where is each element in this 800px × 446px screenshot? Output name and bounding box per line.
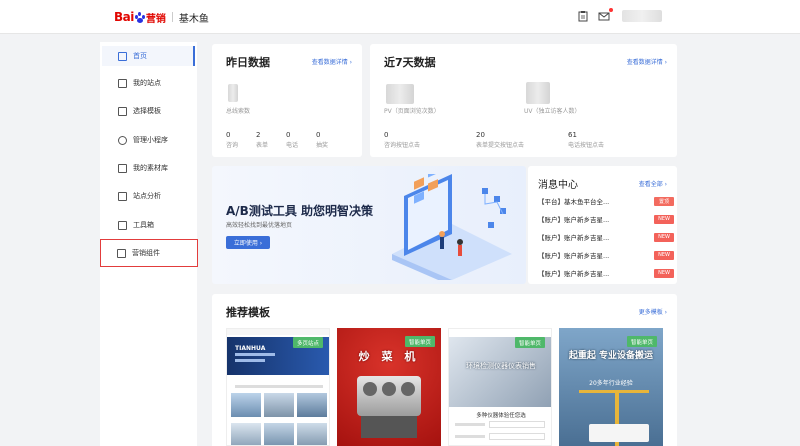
logo-bai-text: Bai: [114, 10, 134, 24]
template-headline: 炒 菜 机: [358, 350, 420, 363]
stat-label: 抽奖: [316, 142, 329, 149]
yesterday-data-card: 昨日数据 查看数据详情 › 总线索数 0 咨询 2 表单 0 电话 0 抽奖: [212, 44, 362, 157]
template-card-env-instruments[interactable]: 环境检测仪器仪表销售 多种仪器体验任您选 智能单页: [448, 328, 552, 446]
top-bar: Bai 营销 基木鱼: [0, 0, 800, 34]
user-account-blurred[interactable]: [622, 10, 662, 22]
stat-value: 0: [226, 131, 231, 139]
stat-label: 咨询: [226, 142, 239, 149]
stat-value: 0: [384, 131, 389, 139]
sidebar-item-marketing-components[interactable]: 营销组件: [100, 239, 198, 267]
total-value-blurred: [228, 84, 238, 102]
sidebar-item-label: 我的站点: [133, 79, 161, 87]
more-templates-link[interactable]: 更多模板 ›: [639, 307, 667, 316]
stat-label: 电话按钮点击: [568, 142, 605, 149]
component-icon: [117, 248, 126, 258]
yesterday-title: 昨日数据: [226, 56, 270, 69]
banner-subtitle: 高效轻松找到最优落地页: [226, 222, 293, 229]
message-center-title: 消息中心: [538, 180, 578, 191]
sidebar-item-label: 工具箱: [133, 221, 154, 229]
message-item[interactable]: 【账户】账户新乡吉星... NEW: [538, 210, 674, 228]
pv-value-blurred: [386, 84, 414, 104]
stat-value: 0: [286, 131, 291, 139]
stat-label: 表单: [256, 142, 269, 149]
stat-label: 咨询按钮点击: [384, 142, 421, 149]
notification-dot: [609, 8, 613, 12]
sidebar-item-label: 我的素材库: [133, 164, 168, 172]
new-badge: NEW: [654, 214, 674, 224]
message-item[interactable]: 【平台】基木鱼平台全... 置顶: [538, 192, 674, 210]
sidebar-item-materials[interactable]: 我的素材库: [102, 158, 195, 178]
new-badge: NEW: [654, 232, 674, 242]
baidu-marketing-logo[interactable]: Bai 营销 基木鱼: [114, 9, 209, 25]
stat-value: 61: [568, 131, 577, 139]
stat-value: 0: [316, 131, 321, 139]
week-title: 近7天数据: [384, 56, 436, 69]
message-center-card: 消息中心 查看全部 › 【平台】基木鱼平台全... 置顶 【账户】账户新乡吉星.…: [528, 166, 677, 284]
template-sub: 20多年行业经验: [589, 380, 633, 387]
logo-divider: [171, 12, 173, 22]
template-card-crane-moving[interactable]: 起重起 专业设备搬运 20多年行业经验 智能单页: [559, 328, 663, 446]
template-headline: TIANHUA: [235, 345, 266, 352]
sidebar: 首页 我的站点 选择模板 管理小程序 我的素材库 站点分析 工具箱 营销组件: [100, 42, 198, 446]
stat-label: 电话: [286, 142, 299, 149]
uv-value-blurred: [526, 82, 550, 104]
week-data-card: 近7天数据 查看数据详情 › PV（页面浏览次数） UV（独立访客人数） 0 咨…: [370, 44, 677, 157]
sidebar-item-home[interactable]: 首页: [102, 46, 195, 66]
sidebar-item-templates[interactable]: 选择模板: [102, 101, 195, 121]
sidebar-item-label: 管理小程序: [133, 136, 168, 144]
template-tag: 智能单页: [626, 336, 657, 347]
sidebar-item-label: 首页: [133, 52, 147, 60]
isometric-illustration: [392, 174, 512, 280]
week-detail-link[interactable]: 查看数据详情 ›: [627, 57, 667, 66]
template-card-multipage[interactable]: TIANHUA 多页站点: [226, 328, 330, 446]
template-tag: 智能单页: [404, 336, 435, 347]
sidebar-item-my-sites[interactable]: 我的站点: [102, 73, 195, 93]
home-icon: [118, 51, 127, 61]
baidu-paw-icon: [134, 11, 145, 23]
message-item[interactable]: 【账户】账户新乡吉星... NEW: [538, 246, 674, 264]
message-view-all-link[interactable]: 查看全部 ›: [639, 179, 667, 188]
sidebar-item-label: 选择模板: [133, 107, 161, 115]
stat-label: 表单提交按钮点击: [476, 142, 525, 149]
pv-label: PV（页面浏览次数）: [384, 108, 440, 115]
chart-icon: [118, 191, 127, 201]
mail-icon[interactable]: [598, 10, 610, 22]
site-icon: [118, 78, 127, 88]
miniprogram-icon: [118, 135, 127, 145]
product-name: 基木鱼: [178, 13, 209, 25]
sidebar-item-label: 营销组件: [132, 249, 160, 257]
pinned-badge: 置顶: [654, 196, 674, 206]
template-tag: 多页站点: [292, 337, 323, 348]
new-badge: NEW: [654, 268, 674, 278]
templates-title: 推荐模板: [226, 306, 270, 319]
banner-use-now-button[interactable]: 立即使用 ›: [226, 236, 270, 249]
sidebar-item-toolbox[interactable]: 工具箱: [102, 215, 195, 235]
template-headline: 环境检测仪器仪表销售: [466, 362, 536, 370]
template-icon: [118, 106, 127, 116]
template-tag: 智能单页: [514, 337, 545, 348]
yesterday-detail-link[interactable]: 查看数据详情 ›: [312, 57, 352, 66]
new-badge: NEW: [654, 250, 674, 260]
message-item[interactable]: 【账户】账户新乡吉星... NEW: [538, 228, 674, 246]
stat-value: 20: [476, 131, 485, 139]
clipboard-icon[interactable]: [577, 10, 589, 22]
sidebar-item-analytics[interactable]: 站点分析: [102, 186, 195, 206]
toolbox-icon: [118, 220, 127, 230]
stat-value: 2: [256, 131, 261, 139]
image-icon: [118, 163, 127, 173]
uv-label: UV（独立访客人数）: [524, 108, 581, 115]
ab-test-banner[interactable]: A/B测试工具 助您明智决策 高效轻松找到最优落地页 立即使用 ›: [212, 166, 526, 284]
logo-ying-text: 营销: [145, 13, 166, 25]
total-label: 总线索数: [226, 108, 251, 115]
template-card-stir-fry-machine[interactable]: 炒 菜 机 智能单页: [337, 328, 441, 446]
sidebar-item-miniprogram[interactable]: 管理小程序: [102, 130, 195, 150]
template-footer: 多种仪器体验任您选: [476, 413, 526, 419]
sidebar-item-label: 站点分析: [133, 192, 161, 200]
template-headline: 起重起 专业设备搬运: [568, 351, 654, 361]
message-item[interactable]: 【账户】账户新乡吉星... NEW: [538, 264, 674, 282]
banner-title: A/B测试工具 助您明智决策: [226, 204, 373, 218]
